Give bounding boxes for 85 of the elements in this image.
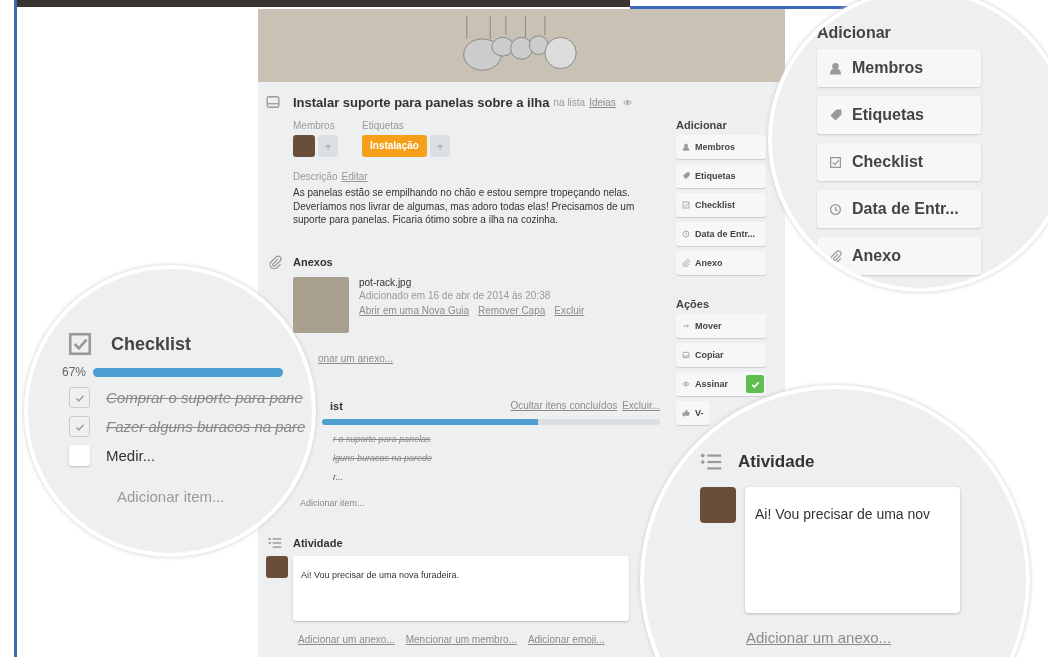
add-attachment-link[interactable]: Adicionar um anexo... [746, 629, 892, 646]
attachment-link[interactable]: Excluir [554, 304, 585, 316]
person-icon [829, 61, 842, 75]
checklist-item-text: Medir... [106, 447, 156, 464]
sidebar-button[interactable]: Copiar [676, 343, 766, 367]
checkbox-icon [67, 331, 93, 357]
clock-icon [829, 202, 842, 216]
comment-field[interactable]: Ai! Vou precisar de uma nova furadeira. [293, 555, 629, 621]
card-icon [266, 95, 280, 109]
comment-link[interactable]: Adicionar um anexo... [298, 633, 395, 645]
clock-icon [682, 230, 690, 238]
delete-link[interactable]: Excluir... [622, 400, 660, 411]
sidebar-button[interactable]: Membros [817, 49, 981, 87]
checkbox[interactable] [69, 445, 90, 466]
sidebar-button[interactable]: Etiquetas [676, 164, 766, 188]
attachment-link[interactable]: Abrir em uma Nova Guia [359, 304, 470, 316]
section-heading: Anexos [293, 255, 333, 268]
avatar-photo-placeholder [293, 135, 315, 157]
paperclip-icon [829, 249, 842, 263]
list-icon [268, 535, 282, 550]
checkbox[interactable] [69, 416, 90, 437]
checkbox-icon [682, 201, 690, 209]
file-name: pot-rack.jpg [359, 276, 413, 288]
add-attachment-link[interactable]: onar um anexo... [318, 352, 394, 364]
sidebar-heading: Adicionar [817, 24, 892, 42]
list-link[interactable]: Ideias [589, 96, 616, 108]
sidebar-heading: Ações [676, 298, 711, 310]
section-heading: Atividade [293, 536, 343, 549]
sidebar-button[interactable]: Data de Entr... [676, 222, 766, 246]
card-label[interactable]: Instalação [362, 135, 427, 157]
section-heading: Checklist [111, 333, 192, 355]
comment-field[interactable]: Ai! Vou precisar de uma nov [745, 487, 960, 613]
sidebar-button[interactable]: Checklist [817, 143, 981, 181]
sidebar-button[interactable]: Anexo [817, 237, 981, 275]
avatar-photo-placeholder [266, 555, 288, 578]
comment-text: Ai! Vou precisar de uma nova furadeira. [301, 569, 460, 580]
tag-icon [829, 108, 842, 122]
section-heading: Atividade [738, 452, 815, 472]
edit-link[interactable]: Editar [341, 171, 368, 182]
thumbs-up-icon [682, 409, 690, 417]
sidebar-button[interactable]: V- [676, 401, 710, 425]
card-title: Instalar suporte para panelas sobre a ilha [293, 94, 550, 110]
sidebar-button[interactable]: Mover [676, 314, 766, 338]
checkbox[interactable] [69, 387, 90, 408]
eye-icon [682, 380, 690, 388]
checklist-item[interactable]: r... [333, 471, 344, 482]
progress-percent: 67% [62, 365, 87, 379]
sidebar-button[interactable]: Etiquetas [817, 96, 981, 134]
sidebar-button[interactable]: Anexo [676, 251, 766, 275]
checklist-item[interactable]: r o suporte para panelas [333, 433, 431, 444]
card-icon [682, 351, 690, 359]
person-icon [682, 143, 690, 151]
add-item-field[interactable]: Adicionar item... [117, 488, 225, 505]
paperclip-icon [268, 254, 282, 269]
upload-date: Adicionado em 16 de abr de 2014 às 20:38 [359, 289, 552, 301]
comment-link[interactable]: Adicionar emoji... [527, 633, 605, 645]
sidebar-heading: Adicionar [676, 119, 728, 131]
sidebar-button[interactable]: Checklist [676, 193, 766, 217]
comment-text: Ai! Vou precisar de uma nov [755, 506, 931, 522]
photo-placeholder [293, 276, 349, 333]
list-caption: na lista [553, 96, 586, 108]
hide-completed-link[interactable]: Ocultar itens concluídos [510, 400, 618, 411]
paperclip-icon [682, 259, 690, 267]
checkbox-icon [829, 155, 842, 169]
section-heading: ist [330, 399, 343, 412]
arrow-icon [682, 322, 690, 330]
sidebar-button[interactable]: Data de Entr... [817, 190, 981, 228]
field-label: Membros [293, 120, 336, 131]
checklist-item-text: Comprar o suporte para pane [106, 389, 303, 406]
description-text: As panelas estão se empilhando no chão e estou sempre tropeçando nelas. Deveríamos nos livrar de algumas, mas adoro todas elas! Precisamos de um suporte para panelas. Ficaria ótimo sobre a ilha na cozinha. [293, 186, 636, 227]
eye-icon [622, 97, 632, 107]
avatar-photo-placeholder [700, 487, 736, 523]
attachment-link[interactable]: Remover Capa [478, 304, 546, 316]
add-member-button[interactable]: + [318, 135, 338, 157]
list-icon [700, 451, 722, 473]
checklist-item-text: Fazer alguns buracos na pare [106, 418, 306, 435]
add-item-field[interactable]: Adicionar item... [300, 497, 365, 508]
field-label: Descrição [293, 171, 338, 182]
sidebar-button[interactable]: Assinar [676, 372, 766, 396]
comment-link[interactable]: Mencionar um membro... [405, 633, 517, 645]
tag-icon [682, 172, 690, 180]
checklist-item[interactable]: lguns buracos na parede [333, 452, 433, 463]
add-label-button[interactable]: + [429, 135, 450, 157]
sidebar-button[interactable]: Membros [676, 135, 766, 159]
field-label: Etiquetas [362, 120, 405, 131]
